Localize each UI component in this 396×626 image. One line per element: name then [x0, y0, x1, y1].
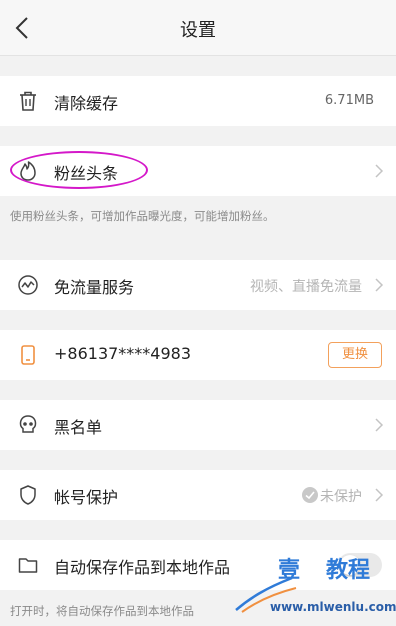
cache-size: 6.71MB [324, 93, 374, 108]
shield-icon [20, 485, 36, 505]
chevron-right-icon [375, 164, 384, 178]
fans-headline-note: 使用粉丝头条，可增加作品曝光度，可能增加粉丝。 [10, 209, 275, 223]
folder-icon [18, 558, 38, 573]
clear-cache-row[interactable]: 清除缓存 6.71MB [0, 76, 396, 126]
chevron-right-icon [375, 278, 384, 292]
phone-icon [21, 345, 35, 365]
watermark-url: www.mlwenlu.com [270, 600, 396, 614]
account-protection-label: 帐号保护 [54, 488, 119, 507]
free-traffic-label: 免流量服务 [54, 278, 135, 297]
status-check-icon [302, 487, 318, 503]
skull-icon [19, 415, 37, 433]
site-watermark: 壹 教程 www.mlwenlu.com [232, 552, 396, 624]
change-phone-button[interactable]: 更换 [328, 342, 382, 368]
page-title: 设置 [180, 20, 216, 41]
traffic-wave-icon [18, 275, 38, 295]
blacklist-row[interactable]: 黑名单 [0, 400, 396, 450]
top-bar: 设置 [0, 0, 396, 56]
auto-save-label: 自动保存作品到本地作品 [54, 558, 231, 577]
chevron-right-icon [375, 418, 384, 432]
phone-number: +86137****4983 [54, 344, 192, 363]
free-traffic-value: 视频、直播免流量 [250, 279, 362, 295]
free-traffic-row[interactable]: 免流量服务 视频、直播免流量 [0, 260, 396, 310]
watermark-char: 壹 [278, 558, 301, 583]
chevron-right-icon [375, 488, 384, 502]
blacklist-label: 黑名单 [54, 418, 103, 437]
protection-status: 未保护 [320, 489, 362, 505]
watermark-text: 教程 [326, 558, 371, 583]
trash-icon [20, 91, 36, 111]
auto-save-note: 打开时，将自动保存作品到本地作品 [10, 604, 194, 618]
annotation-ellipse [10, 151, 148, 189]
phone-row: +86137****4983 更换 [0, 330, 396, 380]
account-protection-row[interactable]: 帐号保护 未保护 [0, 470, 396, 520]
clear-cache-label: 清除缓存 [54, 94, 119, 113]
